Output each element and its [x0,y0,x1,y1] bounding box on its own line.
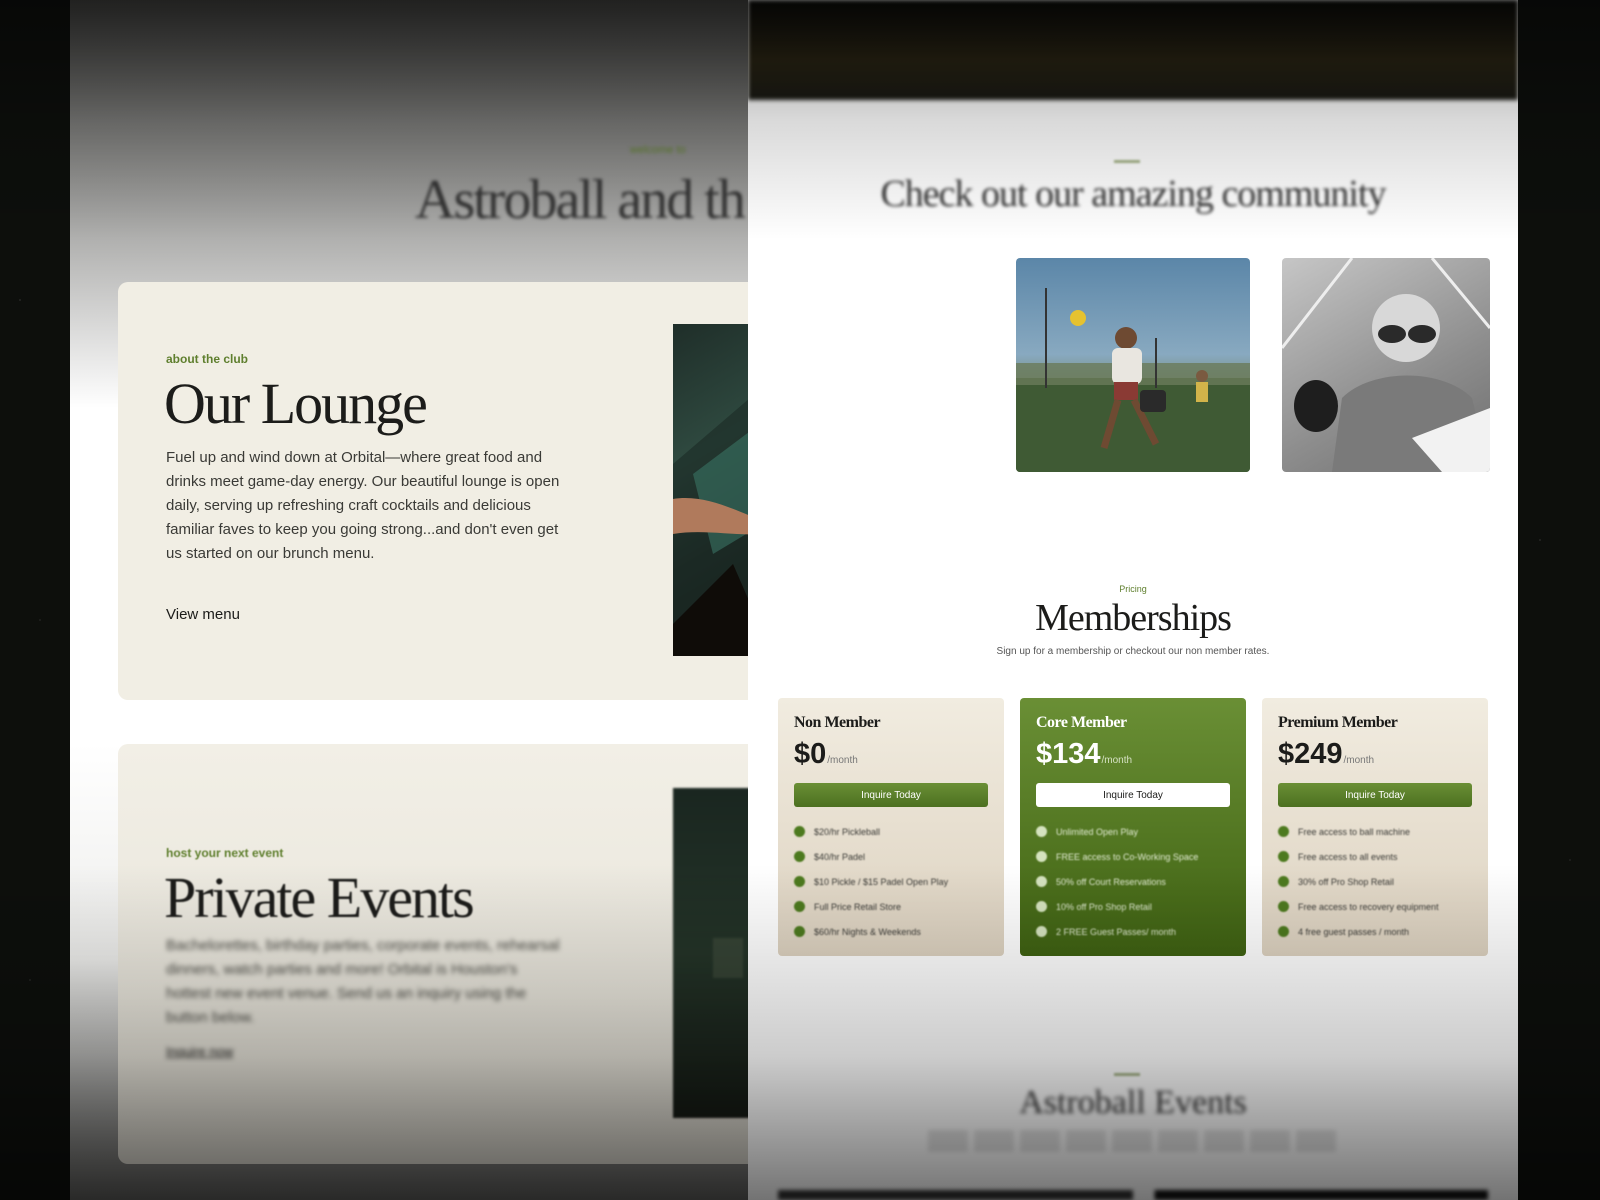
check-icon [1278,901,1289,912]
price-period: /month [1343,755,1375,766]
bottom-buttons-strip [778,1190,1488,1200]
events-kicker-bar [1114,1073,1140,1076]
lounge-description: Fuel up and wind down at Orbital—where g… [166,449,560,562]
feature-item: 2 FREE Guest Passes/ month [1036,919,1230,944]
feature-text: Free access to all events [1298,851,1398,862]
feature-item: 50% off Court Reservations [1036,869,1230,894]
feature-list: Unlimited Open Play FREE access to Co-Wo… [1036,819,1230,944]
feature-text: 4 free guest passes / month [1298,926,1410,937]
feature-item: Full Price Retail Store [794,894,988,919]
pricing-kicker: Pricing [1119,584,1147,594]
events-heading: Private Events [164,865,475,930]
events-kicker: host your next event [166,846,284,860]
feature-item: 30% off Pro Shop Retail [1278,869,1472,894]
welcome-kicker: welcome to [630,144,686,156]
check-icon [794,901,805,912]
view-menu-link[interactable]: View menu [166,606,240,623]
feature-item: FREE access to Co-Working Space [1036,844,1230,869]
feature-list: $20/hr Pickleball $40/hr Padel $10 Pickl… [794,819,988,944]
check-icon [1036,826,1047,837]
community-kicker-bar [1114,160,1140,163]
feature-item: $40/hr Padel [794,844,988,869]
community-title: Check out our amazing community [880,173,1386,215]
check-icon [1036,901,1047,912]
feature-item: 10% off Pro Shop Retail [1036,894,1230,919]
food-drink-photo [673,324,750,656]
feature-item: Free access to ball machine [1278,819,1472,844]
price-amount: $0 [794,738,827,770]
right-page-preview: Check out our amazing community Pricing … [748,0,1518,1200]
feature-text: Free access to ball machine [1298,826,1411,837]
check-icon [794,926,805,937]
memberships-title: Memberships [1035,597,1232,639]
plan-card-core-member: Core Member $134/month Inquire Today Unl… [1020,698,1246,956]
price-period: /month [827,755,858,766]
feature-text: $10 Pickle / $15 Padel Open Play [814,876,949,887]
astroball-events-title: Astroball Events [1019,1084,1247,1121]
plan-price: $249/month [1278,738,1472,771]
lounge-heading: Our Lounge [164,371,428,436]
plan-price: $0/month [794,738,988,771]
feature-item: Free access to all events [1278,844,1472,869]
check-icon [1036,851,1047,862]
price-amount: $249 [1278,738,1343,770]
price-period: /month [1101,755,1133,766]
check-icon [1278,876,1289,887]
feature-list: Free access to ball machine Free access … [1278,819,1472,944]
lounge-kicker: about the club [166,352,248,366]
check-icon [1278,851,1289,862]
check-icon [1036,926,1047,937]
feature-text: 30% off Pro Shop Retail [1298,876,1394,887]
feature-text: Free access to recovery equipment [1298,901,1439,912]
feature-item: $60/hr Nights & Weekends [794,919,988,944]
feature-item: Unlimited Open Play [1036,819,1230,844]
feature-text: $60/hr Nights & Weekends [814,926,921,937]
feature-text: $40/hr Padel [814,851,866,862]
lounge-card: about the club Our Lounge Fuel up and wi… [118,282,750,700]
check-icon [1036,876,1047,887]
events-description: Bachelorettes, birthday parties, corpora… [166,937,560,1026]
plan-price: $134/month [1036,738,1230,771]
events-subtitle-placeholder [928,1130,1338,1152]
plan-name: Non Member [794,714,881,731]
price-amount: $134 [1036,738,1101,770]
feature-item: $20/hr Pickleball [794,819,988,844]
check-icon [794,876,805,887]
feature-text: $20/hr Pickleball [814,826,881,837]
feature-text: Full Price Retail Store [814,901,902,912]
inquire-today-button[interactable]: Inquire Today [794,783,988,807]
feature-item: Free access to recovery equipment [1278,894,1472,919]
events-card: host your next event Private Events Bach… [118,744,750,1164]
feature-text: FREE access to Co-Working Space [1056,851,1199,862]
feature-text: Unlimited Open Play [1056,826,1139,837]
venue-interior-photo [673,788,750,1118]
left-page-preview: welcome to Astroball and th about the cl… [70,0,750,1200]
plan-card-premium-member: Premium Member $249/month Inquire Today … [1262,698,1488,956]
check-icon [794,851,805,862]
plan-name: Core Member [1036,714,1127,731]
feature-text: 2 FREE Guest Passes/ month [1056,926,1177,937]
memberships-subtitle: Sign up for a membership or checkout our… [996,646,1270,657]
feature-item: $10 Pickle / $15 Padel Open Play [794,869,988,894]
pickleball-player-photo [1016,258,1250,472]
astroball-title: Astroball and th [415,169,746,231]
black-white-player-photo [1282,258,1490,472]
check-icon [794,826,805,837]
feature-item: 4 free guest passes / month [1278,919,1472,944]
inquire-today-button[interactable]: Inquire Today [1278,783,1472,807]
inquire-now-link[interactable]: Inquire now [166,1044,233,1059]
feature-text: 10% off Pro Shop Retail [1056,901,1152,912]
check-icon [1278,926,1289,937]
inquire-today-button[interactable]: Inquire Today [1036,783,1230,807]
plan-name: Premium Member [1278,714,1398,731]
check-icon [1278,826,1289,837]
plan-card-non-member: Non Member $0/month Inquire Today $20/hr… [778,698,1004,956]
hero-image-strip [748,0,1518,100]
feature-text: 50% off Court Reservations [1056,876,1166,887]
